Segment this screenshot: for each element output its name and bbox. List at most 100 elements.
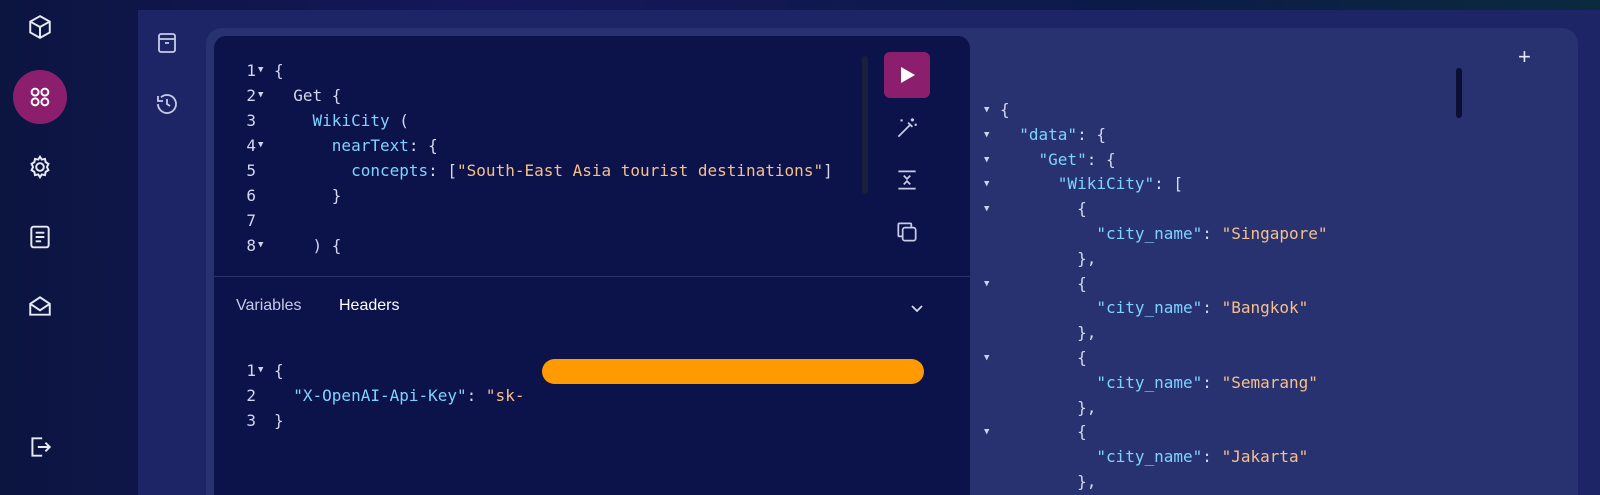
code-token: : { bbox=[1086, 149, 1116, 169]
code-text: WikiCity ( bbox=[274, 108, 409, 133]
code-token: "city_name" bbox=[1000, 447, 1203, 467]
code-token: : bbox=[1202, 298, 1222, 318]
fold-toggle-icon[interactable]: ▼ bbox=[984, 197, 989, 222]
prettify-button[interactable] bbox=[893, 114, 921, 142]
code-token: : { bbox=[408, 136, 438, 155]
archive-icon[interactable] bbox=[152, 28, 182, 58]
code-token: { bbox=[1000, 199, 1087, 219]
code-token: : [ bbox=[428, 161, 458, 180]
code-token: }, bbox=[1000, 248, 1097, 268]
code-token: "WikiCity" bbox=[1000, 174, 1155, 194]
cube-icon[interactable] bbox=[13, 0, 67, 54]
code-token: { bbox=[274, 61, 284, 80]
tab-headers[interactable]: Headers bbox=[339, 297, 399, 315]
query-code[interactable]: 1 ▼{2 ▼ Get {3 WikiCity (4 ▼ nearText: {5 c… bbox=[214, 58, 854, 258]
mail-icon[interactable] bbox=[13, 279, 67, 333]
document-icon[interactable] bbox=[13, 210, 67, 264]
code-line: 8 ▼ ) { bbox=[214, 233, 854, 258]
line-number: 1 bbox=[246, 361, 256, 380]
code-token: { bbox=[274, 361, 284, 380]
editor-scrollbar[interactable] bbox=[862, 56, 868, 194]
fold-toggle-icon[interactable]: ▼ bbox=[984, 172, 989, 197]
line-number: 2 bbox=[246, 86, 256, 105]
code-line: ▼ "Get": { bbox=[970, 148, 1550, 173]
code-line: ▼ { bbox=[970, 420, 1550, 445]
code-token: : bbox=[1202, 372, 1222, 392]
code-text: "X-OpenAI-Api-Key": "sk- Cfv bbox=[274, 383, 954, 408]
code-token: concepts bbox=[274, 161, 429, 180]
code-line: ▼{ bbox=[970, 98, 1550, 123]
session-panel: 1 ▼{2 ▼ Get {3 WikiCity (4 ▼ nearText: {5 c… bbox=[206, 28, 1578, 495]
code-token: "city_name" bbox=[1000, 298, 1203, 318]
code-token: "X-OpenAI-Api-Key" bbox=[274, 386, 467, 405]
code-token: "Semarang" bbox=[1221, 372, 1318, 392]
fold-toggle-icon[interactable]: ▼ bbox=[984, 148, 989, 173]
code-text: concepts: ["South-East Asia tourist dest… bbox=[274, 158, 833, 183]
code-token: Get { bbox=[274, 86, 342, 105]
code-text: "city_name": "Singapore" bbox=[1000, 222, 1327, 247]
code-line: ▼ { bbox=[970, 272, 1550, 297]
code-text: } bbox=[274, 183, 342, 208]
result-scrollbar[interactable] bbox=[1456, 68, 1462, 118]
line-number: 2 bbox=[246, 386, 256, 405]
code-text: } bbox=[274, 408, 284, 433]
magic-wand-icon bbox=[897, 118, 917, 138]
tab-variables[interactable]: Variables bbox=[236, 297, 302, 315]
redaction-bar bbox=[542, 359, 924, 384]
code-text: "Get": { bbox=[1000, 148, 1116, 173]
code-line: 4 ▼ nearText: { bbox=[214, 133, 854, 158]
code-line: }, bbox=[970, 396, 1550, 421]
code-line: 5 concepts: ["South-East Asia tourist de… bbox=[214, 158, 854, 183]
query-editor[interactable]: 1 ▼{2 ▼ Get {3 WikiCity (4 ▼ nearText: {5 c… bbox=[214, 36, 970, 495]
code-token: } bbox=[274, 186, 342, 205]
code-line: ▼ { bbox=[970, 197, 1550, 222]
code-text: { bbox=[1000, 272, 1087, 297]
fold-toggle-icon[interactable]: ▼ bbox=[258, 233, 263, 258]
fold-toggle-icon[interactable]: ▼ bbox=[258, 358, 263, 383]
fold-toggle-icon[interactable]: ▼ bbox=[984, 346, 989, 371]
code-text: { bbox=[1000, 98, 1010, 123]
fold-toggle-icon[interactable]: ▼ bbox=[984, 272, 989, 297]
code-text: }, bbox=[1000, 321, 1096, 346]
code-line: 2 ▼ Get { bbox=[214, 83, 854, 108]
code-token: "Jakarta" bbox=[1221, 447, 1309, 467]
code-token: : bbox=[1202, 447, 1222, 467]
apps-icon[interactable] bbox=[13, 70, 67, 124]
code-text: "city_name": "Semarang" bbox=[1000, 371, 1318, 396]
fold-toggle-icon[interactable]: ▼ bbox=[984, 123, 989, 148]
fold-toggle-icon[interactable]: ▼ bbox=[984, 98, 989, 123]
code-token: "South-East Asia tourist destinations" bbox=[457, 161, 824, 180]
run-query-button[interactable] bbox=[884, 52, 930, 98]
code-token: }, bbox=[1000, 323, 1097, 343]
left-rail bbox=[0, 0, 82, 495]
code-text: }, bbox=[1000, 470, 1096, 495]
result-pane[interactable]: + ▼{▼ "data": {▼ "Get": {▼ "WikiCity": [… bbox=[970, 28, 1578, 495]
fold-toggle-icon[interactable]: ▼ bbox=[258, 83, 263, 108]
merge-fragments-button[interactable] bbox=[893, 166, 921, 194]
code-token: } bbox=[274, 411, 284, 430]
add-tab-icon[interactable]: + bbox=[1518, 44, 1531, 70]
line-number: 3 bbox=[246, 111, 256, 130]
logout-icon[interactable] bbox=[13, 420, 67, 474]
code-token: "city_name" bbox=[1000, 372, 1203, 392]
chevron-down-icon[interactable] bbox=[908, 299, 926, 317]
gear-icon[interactable] bbox=[13, 140, 67, 194]
code-line: 1 ▼ { bbox=[214, 58, 854, 83]
code-text: { bbox=[274, 358, 284, 383]
line-number: 4 bbox=[246, 136, 256, 155]
code-token: "data" bbox=[1000, 124, 1078, 144]
fold-toggle-icon[interactable]: ▼ bbox=[258, 133, 263, 158]
code-text: ) { bbox=[274, 233, 342, 258]
copy-query-button[interactable] bbox=[893, 218, 921, 246]
code-text: "city_name": "Jakarta" bbox=[1000, 445, 1308, 470]
code-token: "sk- bbox=[485, 386, 525, 405]
fold-toggle-icon[interactable]: ▼ bbox=[984, 420, 989, 445]
code-token: { bbox=[1000, 273, 1087, 293]
code-text: "data": { bbox=[1000, 123, 1106, 148]
code-line: 3} bbox=[214, 408, 954, 433]
headers-editor[interactable]: 1▼ {2 "X-OpenAI-Api-Key": "sk- Cfv3} bbox=[214, 358, 954, 433]
fold-toggle-icon[interactable]: ▼ bbox=[258, 58, 263, 83]
line-number: 1 bbox=[246, 61, 256, 80]
code-token: { bbox=[1000, 347, 1087, 367]
history-icon[interactable] bbox=[152, 89, 182, 119]
